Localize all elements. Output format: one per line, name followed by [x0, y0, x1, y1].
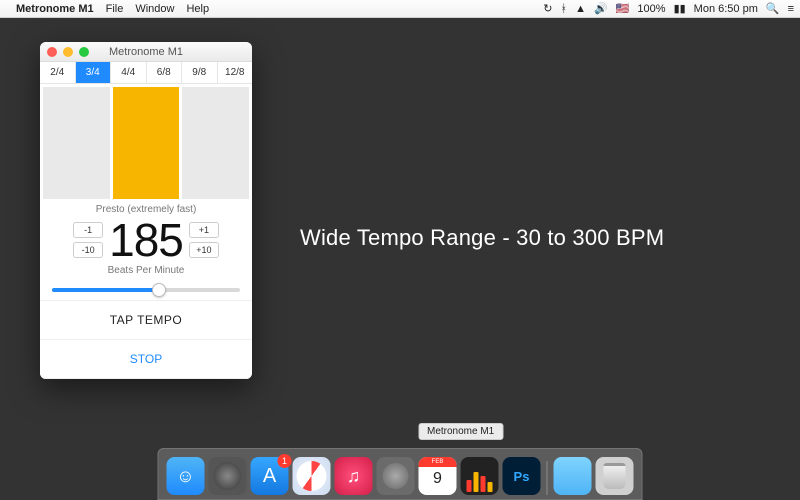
clock[interactable]: Mon 6:50 pm — [694, 3, 758, 15]
dock-trash-icon[interactable] — [596, 457, 634, 495]
close-button[interactable] — [47, 47, 57, 57]
beat-2 — [113, 87, 180, 199]
bpm-plus-1-button[interactable]: +1 — [189, 222, 219, 238]
app-window: Metronome M1 2/4 3/4 4/4 6/8 9/8 12/8 Pr… — [40, 42, 252, 379]
sig-2-4[interactable]: 2/4 — [40, 62, 76, 83]
sig-6-8[interactable]: 6/8 — [147, 62, 183, 83]
timemachine-icon[interactable]: ↻ — [543, 2, 552, 15]
menubar-status: ↻ ᚼ ▲ 🔊 🇺🇸 100% ▮▮ Mon 6:50 pm 🔍 ≡ — [543, 2, 794, 15]
dock-tooltip: Metronome M1 — [418, 423, 503, 440]
tempo-slider-knob[interactable] — [152, 283, 166, 297]
tempo-slider[interactable] — [52, 288, 240, 292]
sig-12-8[interactable]: 12/8 — [218, 62, 253, 83]
sig-4-4[interactable]: 4/4 — [111, 62, 147, 83]
dock-calendar-icon[interactable]: FEB9 — [419, 457, 457, 495]
dock-sysprefs-icon[interactable] — [377, 457, 415, 495]
bpm-value: 185 — [109, 217, 183, 263]
hero-text: Wide Tempo Range - 30 to 300 BPM — [300, 225, 664, 251]
beat-3 — [182, 87, 249, 199]
menu-file[interactable]: File — [106, 3, 124, 15]
notification-center-icon[interactable]: ≡ — [788, 3, 794, 15]
tap-tempo-button[interactable]: TAP TEMPO — [40, 301, 252, 340]
dock-folder-icon[interactable] — [554, 457, 592, 495]
sig-9-8[interactable]: 9/8 — [182, 62, 218, 83]
menu-window[interactable]: Window — [135, 3, 174, 15]
bluetooth-icon[interactable]: ᚼ — [561, 3, 568, 15]
dock-container: Metronome M1 ☺ A1 ♫ FEB9 Ps — [158, 448, 643, 500]
bpm-minus-10-button[interactable]: -10 — [73, 242, 103, 258]
beat-1 — [43, 87, 110, 199]
menu-help[interactable]: Help — [186, 3, 209, 15]
time-signature-selector: 2/4 3/4 4/4 6/8 9/8 12/8 — [40, 62, 252, 84]
dock-finder-icon[interactable]: ☺ — [167, 457, 205, 495]
dock-appstore-icon[interactable]: A1 — [251, 457, 289, 495]
window-titlebar[interactable]: Metronome M1 — [40, 42, 252, 62]
battery-percent[interactable]: 100% — [637, 3, 665, 15]
dock-safari-icon[interactable] — [293, 457, 331, 495]
beat-indicator — [40, 84, 252, 202]
dock-itunes-icon[interactable]: ♫ — [335, 457, 373, 495]
wifi-icon[interactable]: ▲ — [575, 3, 586, 15]
volume-icon[interactable]: 🔊 — [594, 2, 608, 15]
dock-separator — [547, 461, 548, 495]
bpm-unit-label: Beats Per Minute — [48, 265, 244, 276]
battery-icon[interactable]: ▮▮ — [674, 2, 686, 15]
minimize-button[interactable] — [63, 47, 73, 57]
bpm-plus-10-button[interactable]: +10 — [189, 242, 219, 258]
input-flag-icon[interactable]: 🇺🇸 — [616, 2, 630, 15]
menubar: Metronome M1 File Window Help ↻ ᚼ ▲ 🔊 🇺🇸… — [0, 0, 800, 18]
dock-metronome-m1-icon[interactable] — [461, 457, 499, 495]
dock: ☺ A1 ♫ FEB9 Ps — [158, 448, 643, 500]
dock-photoshop-icon[interactable]: Ps — [503, 457, 541, 495]
zoom-button[interactable] — [79, 47, 89, 57]
sig-3-4[interactable]: 3/4 — [76, 62, 112, 83]
bpm-minus-1-button[interactable]: -1 — [73, 222, 103, 238]
appstore-badge: 1 — [278, 454, 292, 468]
spotlight-icon[interactable]: 🔍 — [766, 2, 780, 15]
dock-launchpad-icon[interactable] — [209, 457, 247, 495]
stop-button[interactable]: STOP — [40, 340, 252, 379]
menubar-app-name[interactable]: Metronome M1 — [16, 3, 94, 15]
